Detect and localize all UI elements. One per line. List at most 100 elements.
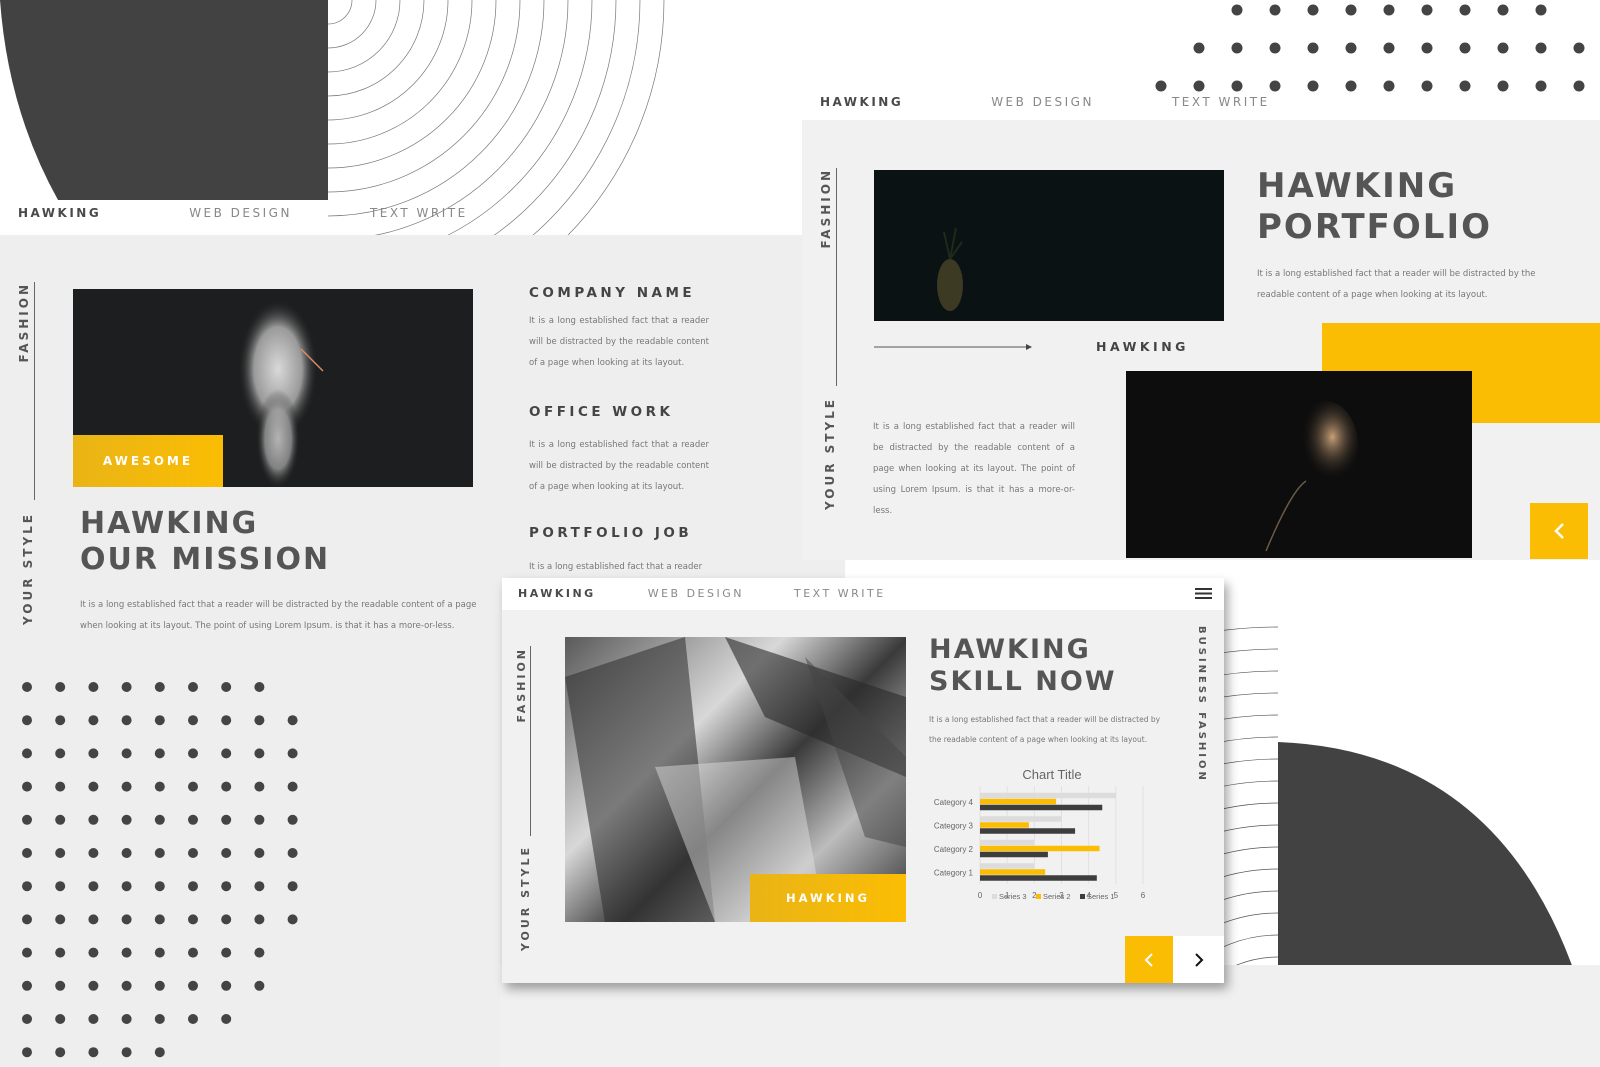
- dot: [287, 881, 298, 892]
- title-line-1: HAWKING: [929, 634, 1091, 665]
- chart-bar: [980, 792, 1116, 799]
- dot: [287, 781, 298, 792]
- vertical-label-your-style: YOUR STYLE: [21, 512, 35, 625]
- dot: [22, 980, 32, 991]
- dot: [22, 715, 32, 726]
- nav-web-design[interactable]: WEB DESIGN: [648, 587, 744, 600]
- mission-body-text: It is a long established fact that a rea…: [80, 600, 477, 631]
- dot: [254, 715, 265, 726]
- chart-bar: [980, 875, 1097, 881]
- chart-bar: [980, 863, 1035, 869]
- legend-label: Series 2: [1043, 892, 1071, 901]
- nav-web-design[interactable]: WEB DESIGN: [991, 95, 1094, 109]
- dot: [1421, 4, 1433, 16]
- portfolio-prev-button[interactable]: [1530, 503, 1588, 559]
- dot: [1193, 42, 1205, 54]
- dot: [88, 914, 99, 925]
- nav-brand[interactable]: HAWKING: [820, 95, 903, 109]
- dot: [22, 781, 32, 792]
- vertical-label-business-fashion: BUSINESS FASHION: [1196, 626, 1207, 783]
- tag-hawking: HAWKING: [750, 874, 906, 922]
- dot: [154, 682, 165, 692]
- front-prev-button[interactable]: [1125, 936, 1173, 983]
- dot: [1459, 42, 1471, 54]
- dot: [254, 848, 265, 858]
- dot: [1497, 80, 1509, 92]
- dot: [55, 682, 66, 692]
- dot: [121, 682, 132, 692]
- vertical-label-fashion: FASHION: [17, 282, 31, 363]
- dot: [188, 881, 198, 892]
- dot: [22, 682, 32, 692]
- nav-text-write[interactable]: TEXT WRITE: [794, 587, 886, 600]
- dot: [1535, 42, 1547, 54]
- dot: [154, 980, 165, 991]
- nav-text-write[interactable]: TEXT WRITE: [370, 206, 468, 220]
- dot: [22, 848, 32, 858]
- dot: [22, 947, 32, 958]
- chevron-left-icon: [1144, 952, 1153, 967]
- dot: [1573, 42, 1585, 54]
- vertical-label-your-style: YOUR STYLE: [823, 397, 837, 510]
- dot: [188, 814, 198, 825]
- dot: [1383, 4, 1395, 16]
- dot: [121, 1047, 132, 1058]
- nav-web-design[interactable]: WEB DESIGN: [189, 206, 292, 220]
- dot: [121, 980, 132, 991]
- dot: [1345, 80, 1357, 92]
- dot: [55, 748, 66, 759]
- nav-brand[interactable]: HAWKING: [518, 587, 596, 600]
- dot: [55, 1047, 66, 1058]
- dot: [221, 682, 232, 692]
- chart-category-label: Category 2: [934, 845, 974, 854]
- dot: [121, 947, 132, 958]
- front-next-button[interactable]: [1173, 936, 1224, 983]
- nav-text-write[interactable]: TEXT WRITE: [1172, 95, 1270, 109]
- dot: [221, 881, 232, 892]
- chart-title: Chart Title: [1022, 767, 1081, 782]
- dot: [188, 947, 198, 958]
- chart-bar: [980, 804, 1103, 811]
- portfolio-body-text-2: It is a long established fact that a rea…: [873, 422, 1075, 516]
- dot: [1307, 4, 1319, 16]
- dot: [221, 980, 232, 991]
- dot: [88, 814, 99, 825]
- skill-bar-chart: Chart Title Category 1 Category 2 Category…: [934, 767, 1146, 901]
- dot: [121, 715, 132, 726]
- dot: [287, 715, 298, 726]
- dot: [287, 748, 298, 759]
- dot: [121, 781, 132, 792]
- chart-bar: [980, 869, 1046, 875]
- nav-bar-right-slide: HAWKING WEB DESIGN TEXT WRITE: [820, 95, 1270, 109]
- title-skill-now: HAWKING SKILL NOW: [929, 634, 1117, 698]
- chart-bar: [980, 828, 1076, 834]
- dot: [121, 1014, 132, 1024]
- legend-swatch: [1080, 894, 1085, 899]
- dot: [55, 947, 66, 958]
- dot: [1573, 80, 1585, 92]
- dot: [88, 748, 99, 759]
- dot: [88, 715, 99, 726]
- dot: [254, 881, 265, 892]
- dot: [88, 848, 99, 858]
- nav-brand[interactable]: HAWKING: [18, 206, 101, 220]
- dot: [221, 748, 232, 759]
- dot: [22, 881, 32, 892]
- title-line-2: OUR MISSION: [80, 542, 331, 577]
- dot: [1231, 4, 1243, 16]
- dot: [254, 682, 265, 692]
- chevron-left-icon: [1554, 523, 1564, 539]
- dot: [188, 748, 198, 759]
- hamburger-menu-icon[interactable]: [1195, 587, 1213, 601]
- arrow-right-icon: [874, 344, 1032, 350]
- dot: [154, 881, 165, 892]
- dot: [254, 814, 265, 825]
- chart-bar: [980, 816, 1062, 822]
- dark-arc-shape-top-left: [0, 0, 328, 200]
- dot: [22, 914, 32, 925]
- dot: [154, 715, 165, 726]
- dot: [188, 715, 198, 726]
- dot: [221, 914, 232, 925]
- legend-swatch: [1036, 894, 1041, 899]
- dot: [154, 1014, 165, 1024]
